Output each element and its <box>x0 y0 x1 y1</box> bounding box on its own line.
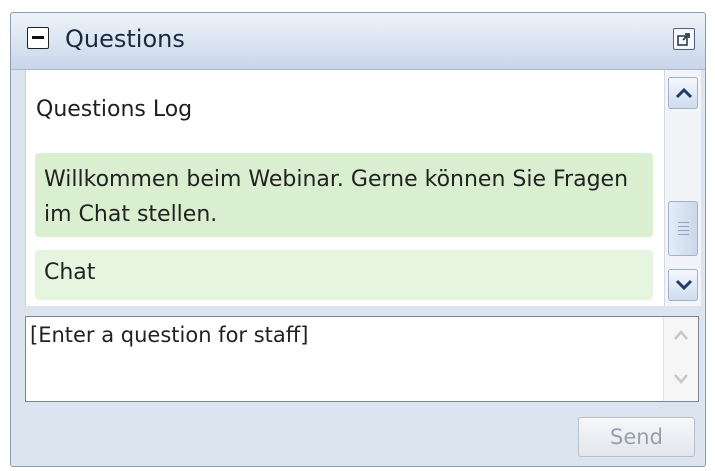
minus-icon[interactable] <box>27 27 49 49</box>
chat-label[interactable]: Chat <box>35 250 653 300</box>
popout-icon[interactable] <box>673 28 695 50</box>
chevron-up-icon <box>674 330 688 340</box>
welcome-message: Willkommen beim Webinar. Gerne können Si… <box>35 153 653 237</box>
questions-log: Questions Log Willkommen beim Webinar. G… <box>25 70 665 306</box>
question-input[interactable] <box>26 317 662 401</box>
chevron-up-icon <box>675 87 693 99</box>
chevron-down-icon <box>674 374 688 384</box>
panel-title: Questions <box>65 25 185 53</box>
scroll-down-button[interactable] <box>668 269 698 301</box>
panel-titlebar: Questions <box>11 13 705 70</box>
question-input-box[interactable] <box>25 316 699 402</box>
chevron-down-icon <box>675 279 693 291</box>
scroll-thumb[interactable] <box>668 201 698 256</box>
log-heading: Questions Log <box>36 97 193 122</box>
send-button[interactable]: Send <box>578 417 695 457</box>
questions-panel: Questions Questions Log Willkommen beim … <box>10 12 706 467</box>
scroll-up-button[interactable] <box>668 77 698 109</box>
log-scrollbar[interactable] <box>664 70 701 306</box>
input-scrollbar <box>663 317 698 401</box>
